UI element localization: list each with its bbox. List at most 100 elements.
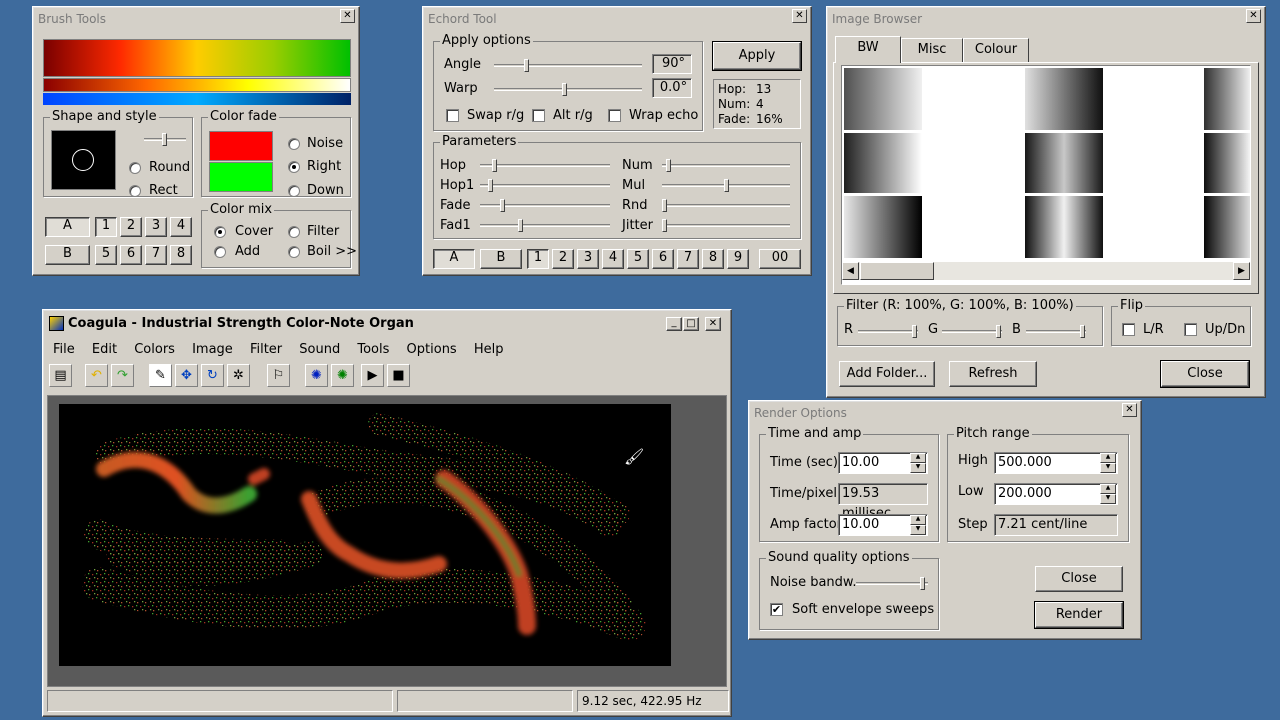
echord-slot-5[interactable]: 5 [627,249,649,269]
thumbnail[interactable] [1025,133,1103,193]
num-slider[interactable] [662,159,790,172]
lr-checkbox[interactable] [1122,323,1135,336]
stop-icon[interactable]: ■ [387,364,410,387]
move-icon[interactable]: ✥ [175,364,198,387]
hop1-slider[interactable] [480,179,610,192]
tab-colour[interactable]: Colour [963,38,1029,62]
thumbnail[interactable] [844,68,922,130]
close-icon[interactable]: ✕ [792,9,807,23]
echord-bank-a-button[interactable]: A [433,249,475,269]
echord-slot-4[interactable]: 4 [602,249,624,269]
new-file-icon[interactable]: ▤ [49,364,72,387]
g-slider[interactable] [942,325,1002,338]
filter-radio[interactable] [288,226,300,238]
angle-slider[interactable] [494,59,642,72]
b-slider[interactable] [1026,325,1086,338]
echord-slot-3[interactable]: 3 [577,249,599,269]
main-titlebar[interactable]: Coagula - Industrial Strength Color-Note… [46,313,728,335]
menu-file[interactable]: File [53,342,75,357]
render-button[interactable]: Render [1034,601,1124,629]
image-canvas[interactable]: 🖌 [59,404,671,666]
rnd-slider[interactable] [662,199,790,212]
horizontal-scrollbar[interactable]: ◀ ▶ [842,262,1250,280]
echord-icon[interactable]: ✲ [227,364,250,387]
add-radio[interactable] [214,246,226,258]
wrap-echo-checkbox[interactable] [608,109,621,122]
slot-7-button[interactable]: 7 [145,245,167,265]
redo-icon[interactable]: ↷ [111,364,134,387]
close-icon[interactable]: ✕ [340,9,355,23]
slot-1-button[interactable]: 1 [95,217,117,237]
slot-4-button[interactable]: 4 [170,217,192,237]
color-gradient-lower[interactable] [43,78,351,92]
brush-tool-icon[interactable]: ✎ [149,364,172,387]
warp-slider[interactable] [494,83,642,96]
time-spinner[interactable]: ▲ ▼ [910,453,926,473]
echord-slot-2[interactable]: 2 [552,249,574,269]
echord-slot-7[interactable]: 7 [677,249,699,269]
refresh-button[interactable]: Refresh [949,361,1037,387]
fade-color-bottom[interactable] [209,162,273,192]
menu-image[interactable]: Image [192,342,233,357]
browser-close-button[interactable]: Close [1160,360,1250,388]
echord-slot-9[interactable]: 9 [727,249,749,269]
tab-misc[interactable]: Misc [901,38,963,62]
menu-tools[interactable]: Tools [357,342,389,357]
rect-radio[interactable] [129,185,141,197]
alt-rg-checkbox[interactable] [532,109,545,122]
close-icon[interactable]: ✕ [1122,403,1137,417]
cover-radio[interactable] [214,226,226,238]
bank-b-button[interactable]: B [45,245,90,265]
echord-bank-b-button[interactable]: B [480,249,522,269]
thumbnail[interactable] [1204,133,1250,193]
fade-slider[interactable] [480,199,610,212]
menu-filter[interactable]: Filter [250,342,282,357]
boil-radio[interactable] [288,246,300,258]
render-options-titlebar[interactable]: Render Options [752,404,1138,422]
rotate-icon[interactable]: ↻ [201,364,224,387]
menu-sound[interactable]: Sound [299,342,340,357]
echord-slot-6[interactable]: 6 [652,249,674,269]
thumbnail[interactable] [1204,196,1250,258]
maximize-icon[interactable]: □ [683,317,699,331]
high-spinner[interactable]: ▲ ▼ [1100,453,1116,473]
noise-radio[interactable] [288,138,300,150]
thumbnail[interactable] [844,196,922,258]
slot-8-button[interactable]: 8 [170,245,192,265]
amp-spinner[interactable]: ▲ ▼ [910,515,926,535]
thumbnail[interactable] [844,133,922,193]
add-folder-button[interactable]: Add Folder... [839,361,935,387]
scroll-thumb[interactable] [860,262,934,280]
menu-colors[interactable]: Colors [134,342,175,357]
low-spinner[interactable]: ▲ ▼ [1100,484,1116,504]
fade-color-top[interactable] [209,131,273,161]
swap-rg-checkbox[interactable] [446,109,459,122]
picker-icon[interactable]: ⚐ [267,364,290,387]
thumbnail[interactable] [1204,68,1250,130]
scroll-right-icon[interactable]: ▶ [1233,262,1250,280]
render-close-button[interactable]: Close [1035,566,1123,592]
minimize-icon[interactable]: _ [666,317,682,331]
jitter-slider[interactable] [662,219,790,232]
render-blend-icon[interactable]: ✺ [331,364,354,387]
brush-size-slider[interactable] [144,133,186,146]
noise-bandwidth-slider[interactable] [856,577,928,590]
close-icon[interactable]: ✕ [705,317,721,331]
apply-button[interactable]: Apply [712,41,802,71]
play-icon[interactable]: ▶ [361,364,384,387]
bank-a-button[interactable]: A [45,217,90,237]
r-slider[interactable] [858,325,918,338]
echord-slot-1[interactable]: 1 [527,249,549,269]
slot-3-button[interactable]: 3 [145,217,167,237]
color-gradient-blue[interactable] [43,93,351,105]
echord-slot-8[interactable]: 8 [702,249,724,269]
image-browser-titlebar[interactable]: Image Browser [830,10,1262,28]
color-gradient-bar[interactable] [43,39,351,77]
slot-6-button[interactable]: 6 [120,245,142,265]
tab-bw[interactable]: BW [835,36,901,63]
brush-tools-titlebar[interactable]: Brush Tools [36,10,356,28]
echord-titlebar[interactable]: Echord Tool [426,10,808,28]
hop-slider[interactable] [480,159,610,172]
menu-options[interactable]: Options [407,342,457,357]
echord-slot-00[interactable]: 00 [759,249,801,269]
